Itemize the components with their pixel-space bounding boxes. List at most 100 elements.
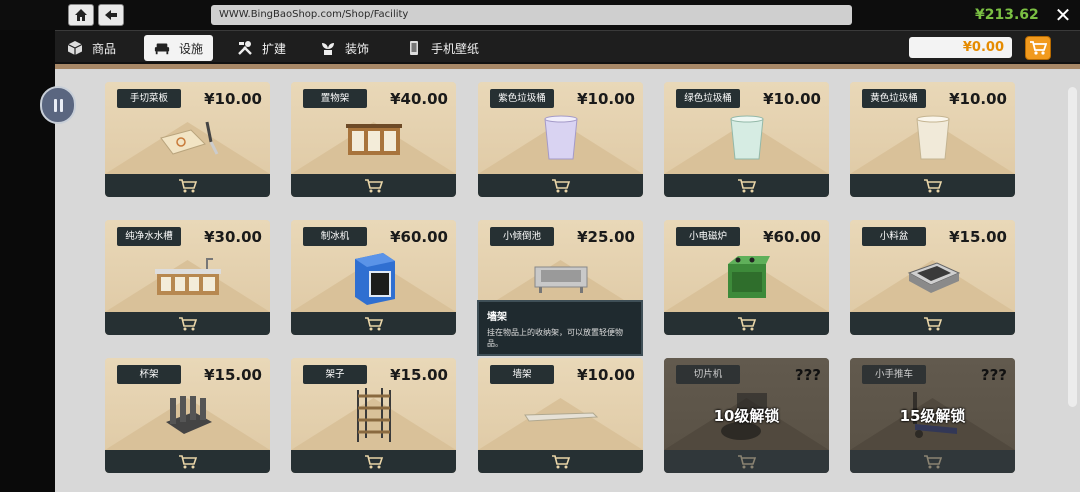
close-button[interactable]: ✕ xyxy=(1052,4,1074,26)
item-price: ¥15.00 xyxy=(390,366,448,384)
buy-button[interactable] xyxy=(664,312,829,335)
scrollbar[interactable] xyxy=(1068,87,1077,407)
box-icon xyxy=(67,40,83,56)
buy-button[interactable] xyxy=(478,450,643,473)
item-card[interactable]: 杯架 ¥15.00 xyxy=(105,358,270,473)
item-card-locked[interactable]: 小手推车 ??? 15级解锁 xyxy=(850,358,1015,473)
tab-facility[interactable]: 设施 xyxy=(144,35,214,61)
item-name: 架子 xyxy=(303,365,367,384)
buy-button[interactable] xyxy=(105,450,270,473)
unlock-level-text: 15级解锁 xyxy=(899,407,966,425)
shelf-icon xyxy=(334,388,414,442)
tooltip-description: 挂在物品上的收纳架，可以放置轻便物品。 xyxy=(487,328,623,348)
item-price: ??? xyxy=(794,366,821,384)
buy-button[interactable] xyxy=(478,174,643,197)
back-button[interactable] xyxy=(98,4,124,26)
item-price: ¥10.00 xyxy=(577,90,635,108)
cart-icon xyxy=(178,454,197,468)
item-price: ¥10.00 xyxy=(763,90,821,108)
item-card[interactable]: 墙架 ¥10.00 xyxy=(478,358,643,473)
cart-icon xyxy=(923,454,942,468)
item-name: 切片机 xyxy=(676,365,740,384)
cart-icon xyxy=(551,454,570,468)
item-card[interactable]: 纯净水水槽 ¥30.00 xyxy=(105,220,270,335)
tab-wallpaper[interactable]: 手机壁纸 xyxy=(406,35,479,61)
money-balance: ¥213.62 xyxy=(975,7,1039,23)
item-price: ¥15.00 xyxy=(949,228,1007,246)
item-name: 墙架 xyxy=(490,365,554,384)
item-card[interactable]: 紫色垃圾桶 ¥10.00 xyxy=(478,82,643,197)
home-button[interactable] xyxy=(68,4,94,26)
stove-icon xyxy=(707,252,787,302)
item-name: 小料盆 xyxy=(862,227,926,246)
cart-icon xyxy=(737,178,756,192)
phone-icon xyxy=(406,40,422,56)
cup-rack-icon xyxy=(148,390,228,440)
cart-button[interactable] xyxy=(1025,36,1051,60)
item-name: 小手推车 xyxy=(862,365,926,384)
item-price: ¥60.00 xyxy=(763,228,821,246)
cart-icon xyxy=(178,178,197,192)
cart-icon xyxy=(923,316,942,330)
buy-button[interactable] xyxy=(291,312,456,335)
tab-expand[interactable]: 扩建 xyxy=(237,35,286,61)
buy-button[interactable] xyxy=(850,450,1015,473)
item-name: 纯净水水槽 xyxy=(117,227,181,246)
item-price: ¥30.00 xyxy=(204,228,262,246)
buy-button[interactable] xyxy=(291,450,456,473)
item-price: ¥15.00 xyxy=(204,366,262,384)
sink-counter-icon xyxy=(148,252,228,302)
buy-button[interactable] xyxy=(105,174,270,197)
item-name: 紫色垃圾桶 xyxy=(490,89,554,108)
item-card[interactable]: 制冰机 ¥60.00 xyxy=(291,220,456,335)
buy-button[interactable] xyxy=(850,174,1015,197)
tab-decor[interactable]: 装饰 xyxy=(320,35,369,61)
item-price: ¥40.00 xyxy=(390,90,448,108)
tab-facility-label: 设施 xyxy=(179,41,204,56)
browser-bar: WWW.BingBaoShop.com/Shop/Facility ¥213.6… xyxy=(0,0,1080,30)
unlock-level-text: 10级解锁 xyxy=(713,407,780,425)
wall-shelf-icon xyxy=(521,390,601,440)
cart-icon xyxy=(364,454,383,468)
cart-icon xyxy=(1030,41,1047,55)
item-name: 黄色垃圾桶 xyxy=(862,89,926,108)
item-name: 制冰机 xyxy=(303,227,367,246)
tab-expand-label: 扩建 xyxy=(262,41,287,56)
cabinet-icon xyxy=(334,114,414,164)
tab-goods-label: 商品 xyxy=(92,41,117,56)
item-card[interactable]: 架子 ¥15.00 xyxy=(291,358,456,473)
home-icon xyxy=(75,9,87,21)
item-name: 小电磁炉 xyxy=(676,227,740,246)
item-price: ¥10.00 xyxy=(949,90,1007,108)
item-card-locked[interactable]: 切片机 ??? 10级解锁 xyxy=(664,358,829,473)
buy-button[interactable] xyxy=(664,174,829,197)
item-name: 置物架 xyxy=(303,89,367,108)
item-card[interactable]: 黄色垃圾桶 ¥10.00 xyxy=(850,82,1015,197)
tray-icon xyxy=(893,252,973,302)
arrow-left-icon xyxy=(105,10,117,20)
item-grid: 手切菜板 ¥10.00 置物架 ¥40.00 紫色垃圾桶 ¥10.00 绿色垃圾… xyxy=(55,69,1068,492)
plant-icon xyxy=(320,40,336,56)
item-card[interactable]: 置物架 ¥40.00 xyxy=(291,82,456,197)
item-card[interactable]: 小料盆 ¥15.00 xyxy=(850,220,1015,335)
item-card[interactable]: 绿色垃圾桶 ¥10.00 xyxy=(664,82,829,197)
buy-button[interactable] xyxy=(105,312,270,335)
tab-goods[interactable]: 商品 xyxy=(67,35,116,61)
cart-icon xyxy=(364,316,383,330)
buy-button[interactable] xyxy=(664,450,829,473)
tools-icon xyxy=(237,40,253,56)
cart-total: ¥0.00 xyxy=(909,37,1012,58)
item-card[interactable]: 手切菜板 ¥10.00 xyxy=(105,82,270,197)
buy-button[interactable] xyxy=(291,174,456,197)
trash-bin-icon xyxy=(707,114,787,164)
item-tooltip: 墙架 挂在物品上的收纳架，可以放置轻便物品。 xyxy=(477,300,643,356)
item-price: ??? xyxy=(980,366,1007,384)
cart-icon xyxy=(551,178,570,192)
cart-icon xyxy=(923,178,942,192)
item-card[interactable]: 小电磁炉 ¥60.00 xyxy=(664,220,829,335)
buy-button[interactable] xyxy=(850,312,1015,335)
tab-decor-label: 装饰 xyxy=(345,41,370,56)
trash-bin-icon xyxy=(893,114,973,164)
item-name: 手切菜板 xyxy=(117,89,181,108)
url-bar[interactable]: WWW.BingBaoShop.com/Shop/Facility xyxy=(211,5,852,25)
